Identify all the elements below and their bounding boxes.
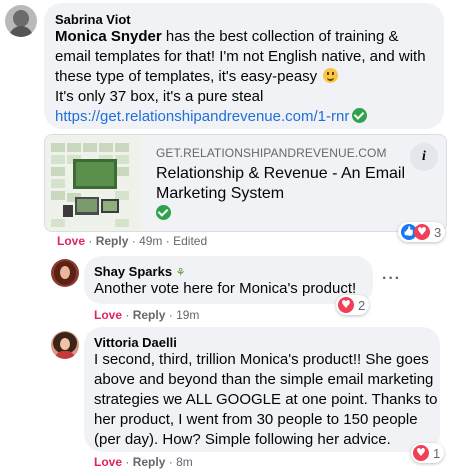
comment-line-3-text: these type of templates, it's easy-peasy: [55, 68, 318, 85]
separator: ·: [125, 455, 130, 469]
separator: ·: [125, 308, 130, 322]
comment-actions: Love · Reply · 49m · Edited: [57, 234, 207, 248]
link-preview-title-line-1: Relationship & Revenue - An Email: [156, 165, 406, 182]
avatar-shay[interactable]: [51, 259, 79, 287]
seedling-icon: ⚘: [175, 266, 186, 279]
reaction-summary[interactable]: 3: [398, 222, 446, 242]
love-reaction-icon: [414, 224, 430, 240]
reply-actions: Love · Reply · 8m: [94, 455, 193, 469]
reply-line: I second, third, trillion Monica's produ…: [94, 351, 429, 368]
love-reaction-icon: [338, 297, 354, 313]
reply-line: her product, I went from 30 people to 15…: [94, 411, 418, 428]
love-action[interactable]: Love: [57, 234, 85, 248]
love-reaction-icon: [413, 445, 429, 461]
reply-line: strategies we ALL GOOGLE at one point. T…: [94, 391, 438, 408]
reply-text: I second, third, trillion Monica's produ…: [94, 350, 438, 450]
reply-author[interactable]: Shay Sparks ⚘: [94, 264, 186, 279]
reply-author-name: Shay Sparks: [94, 264, 173, 279]
comment-line-3: these type of templates, it's easy-peasy: [55, 67, 440, 87]
info-icon: i: [422, 149, 426, 164]
comment-link[interactable]: https://get.relationshipandrevenue.com/1…: [55, 108, 349, 125]
separator: ·: [168, 308, 173, 322]
reply-actions: Love · Reply · 19m: [94, 308, 199, 322]
separator: ·: [165, 234, 170, 248]
reaction-summary[interactable]: 2: [336, 295, 370, 315]
more-options-button[interactable]: ···: [382, 270, 401, 288]
link-preview-thumbnail: [45, 135, 141, 231]
avatar-vittoria[interactable]: [51, 331, 79, 359]
reaction-count: 3: [434, 224, 442, 240]
comment-text: Monica Snyder has the best collection of…: [55, 27, 440, 127]
link-preview-domain: GET.RELATIONSHIPANDREVENUE.COM: [156, 146, 387, 160]
comment-line-4: It's only 37 box, it's a pure steal: [55, 88, 264, 105]
reply-timestamp[interactable]: 19m: [176, 308, 199, 322]
mention-monica[interactable]: Monica Snyder: [55, 28, 162, 45]
reply-timestamp[interactable]: 8m: [176, 455, 193, 469]
comment-timestamp[interactable]: 49m: [139, 234, 162, 248]
comment-author[interactable]: Sabrina Viot: [55, 12, 131, 27]
info-button[interactable]: i: [410, 143, 438, 171]
comment-link-line: https://get.relationshipandrevenue.com/1…: [55, 107, 440, 127]
link-preview-card[interactable]: GET.RELATIONSHIPANDREVENUE.COM Relations…: [44, 134, 447, 232]
separator: ·: [88, 234, 93, 248]
comment-line-2: email templates for that! I'm not Englis…: [55, 48, 426, 65]
love-action[interactable]: Love: [94, 455, 122, 469]
edited-label[interactable]: Edited: [173, 234, 207, 248]
avatar-face: [60, 338, 70, 350]
love-action[interactable]: Love: [94, 308, 122, 322]
reply-text: Another vote here for Monica's product!: [94, 280, 357, 297]
reply-action[interactable]: Reply: [133, 308, 166, 322]
preview-verified-check-icon: [156, 205, 171, 220]
avatar-sabrina[interactable]: [5, 5, 37, 37]
reaction-count: 2: [358, 297, 366, 313]
comment-line-1-rest: has the best collection of training &: [161, 28, 399, 45]
preview-thumbnail-image: [45, 135, 141, 231]
separator: ·: [131, 234, 136, 248]
avatar-person-body: [9, 26, 33, 37]
reply-author[interactable]: Vittoria Daelli: [94, 335, 177, 350]
link-preview-title-line-2: Marketing System: [156, 185, 285, 202]
reply-action[interactable]: Reply: [96, 234, 129, 248]
reply-line: above and beyond than the simple email m…: [94, 371, 434, 388]
comment-line-1: Monica Snyder has the best collection of…: [55, 27, 440, 47]
avatar-face: [60, 266, 70, 279]
verified-check-icon: [352, 108, 368, 123]
avatar-person-shape: [13, 10, 29, 27]
separator: ·: [168, 455, 173, 469]
avatar-top: [55, 351, 75, 359]
reply-action[interactable]: Reply: [133, 455, 166, 469]
smile-emoji-icon: [323, 68, 339, 83]
link-preview-title: Relationship & Revenue - An Email Market…: [156, 164, 405, 204]
reply-line: (per day). How? Simple following her adv…: [94, 431, 391, 448]
reaction-summary[interactable]: 1: [411, 443, 445, 463]
reaction-count: 1: [433, 445, 441, 461]
